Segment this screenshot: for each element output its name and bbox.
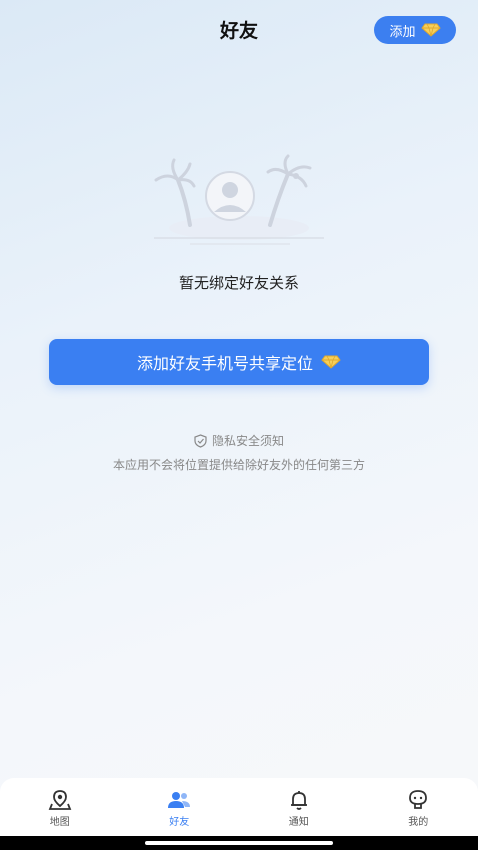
tab-label: 我的	[408, 817, 429, 828]
header-bar: 好友 添加	[0, 0, 478, 60]
bottom-tab-bar: 地图 好友 通知 我的	[0, 778, 478, 836]
tab-label: 好友	[169, 817, 190, 828]
tab-map[interactable]: 地图	[0, 778, 120, 836]
add-button-label: 添加	[389, 24, 416, 40]
island-avatar-illustration	[154, 154, 324, 245]
privacy-notice-link[interactable]: 隐私安全须知	[0, 432, 478, 449]
empty-state-message: 暂无绑定好友关系	[178, 274, 299, 292]
bell-icon	[290, 791, 307, 810]
add-button[interactable]: 添加	[374, 16, 456, 44]
shield-check-icon	[194, 433, 207, 448]
privacy-title: 隐私安全须知	[211, 434, 284, 448]
cta-label: 添加好友手机号共享定位	[136, 354, 313, 373]
privacy-description: 本应用不会将位置提供给除好友外的任何第三方	[112, 458, 365, 472]
friends-icon	[168, 792, 191, 808]
diamond-icon	[321, 355, 341, 369]
add-friend-phone-share-location-button[interactable]: 添加好友手机号共享定位	[49, 339, 429, 385]
tab-friends[interactable]: 好友	[120, 778, 240, 836]
diamond-icon	[420, 23, 441, 37]
map-pin-icon	[48, 790, 72, 810]
tab-notifications[interactable]: 通知	[239, 778, 359, 836]
tab-profile[interactable]: 我的	[359, 778, 478, 836]
tab-label: 通知	[288, 817, 309, 828]
tab-label: 地图	[49, 817, 70, 828]
profile-icon	[409, 790, 428, 809]
home-indicator[interactable]	[145, 841, 333, 845]
